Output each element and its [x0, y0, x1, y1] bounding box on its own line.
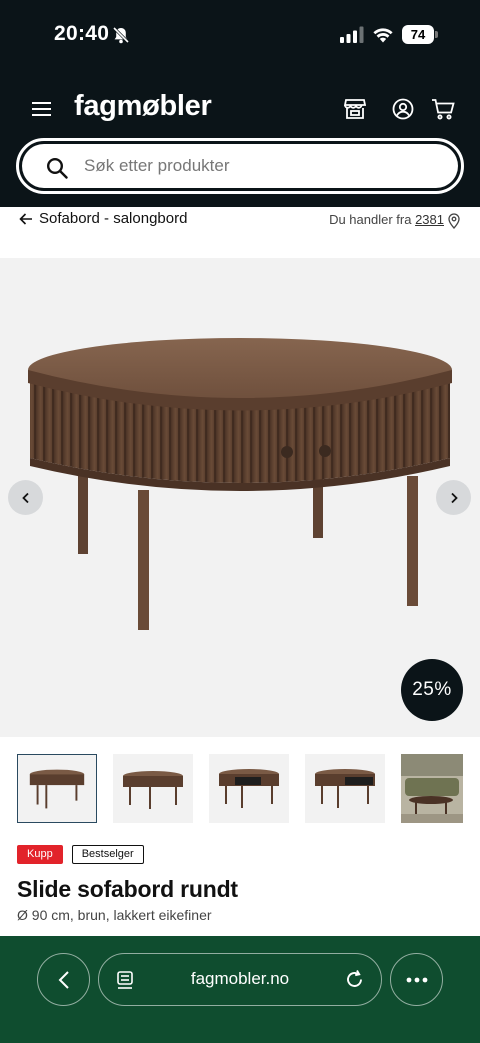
store-icon[interactable]	[344, 98, 366, 120]
battery-indicator: 74	[402, 25, 438, 44]
bell-off-icon	[112, 26, 130, 44]
back-arrow-icon[interactable]	[18, 211, 34, 227]
browser-toolbar: fagmobler.no	[0, 936, 480, 1043]
gallery-prev-button[interactable]	[8, 480, 43, 515]
reload-icon[interactable]	[344, 969, 365, 990]
signal-icon	[340, 26, 364, 43]
status-time: 20:40	[54, 22, 110, 45]
thumbnail-5[interactable]	[401, 754, 463, 823]
search-box	[16, 138, 464, 194]
location-pin-icon[interactable]	[448, 213, 460, 229]
browser-more-button[interactable]	[390, 953, 443, 1006]
thumbnail-3[interactable]	[209, 754, 289, 823]
browser-back-button[interactable]	[37, 953, 90, 1006]
chevron-left-icon	[21, 492, 29, 503]
browser-url: fagmobler.no	[190, 969, 290, 988]
search-icon[interactable]	[46, 157, 68, 179]
chevron-right-icon	[450, 492, 458, 503]
delivery-location: Du handler fra 2381	[329, 212, 444, 227]
product-gallery: 25%	[0, 258, 480, 737]
breadcrumb-category-link[interactable]: Sofabord - salongbord	[39, 210, 187, 227]
user-icon[interactable]	[392, 98, 414, 120]
discount-badge: 25%	[401, 659, 463, 721]
search-field	[22, 144, 458, 188]
battery-tip	[435, 31, 438, 38]
cart-icon[interactable]	[431, 98, 455, 120]
chevron-left-icon	[58, 970, 69, 989]
breadcrumb: Sofabord - salongbord Du handler fra 238…	[0, 207, 480, 257]
status-bar: 20:40 74	[0, 0, 480, 72]
site-header: fagmøbler	[0, 72, 480, 207]
badge-bestselger: Bestselger	[71, 845, 144, 864]
location-zip[interactable]: 2381	[415, 212, 444, 227]
gallery-next-button[interactable]	[436, 480, 471, 515]
more-dots-icon	[406, 977, 427, 982]
site-logo[interactable]: fagmøbler	[74, 90, 212, 123]
battery-level: 74	[402, 25, 434, 44]
product-image	[28, 338, 452, 630]
badge-kupp: Kupp	[17, 845, 63, 864]
product-subtitle: Ø 90 cm, brun, lakkert eikefiner	[17, 907, 212, 923]
thumbnail-2[interactable]	[113, 754, 193, 823]
menu-icon[interactable]	[32, 101, 51, 117]
product-title: Slide sofabord rundt	[17, 876, 238, 902]
search-input[interactable]	[84, 144, 424, 188]
thumbnail-strip	[0, 754, 480, 824]
product-badges: Kupp Bestselger	[17, 845, 144, 864]
thumbnail-1[interactable]	[17, 754, 97, 823]
thumbnail-4[interactable]	[305, 754, 385, 823]
browser-address-bar[interactable]: fagmobler.no	[98, 953, 382, 1006]
wifi-icon	[373, 28, 393, 43]
location-prefix: Du handler fra	[329, 212, 412, 227]
